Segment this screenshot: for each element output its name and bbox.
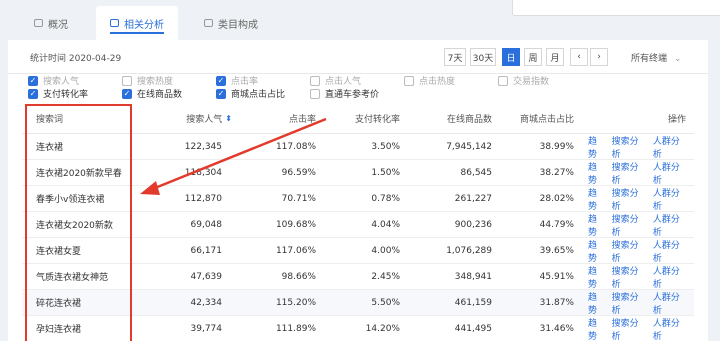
arrow-head — [140, 181, 160, 195]
annotation-arrow — [140, 117, 327, 195]
arrow-line — [149, 117, 327, 192]
